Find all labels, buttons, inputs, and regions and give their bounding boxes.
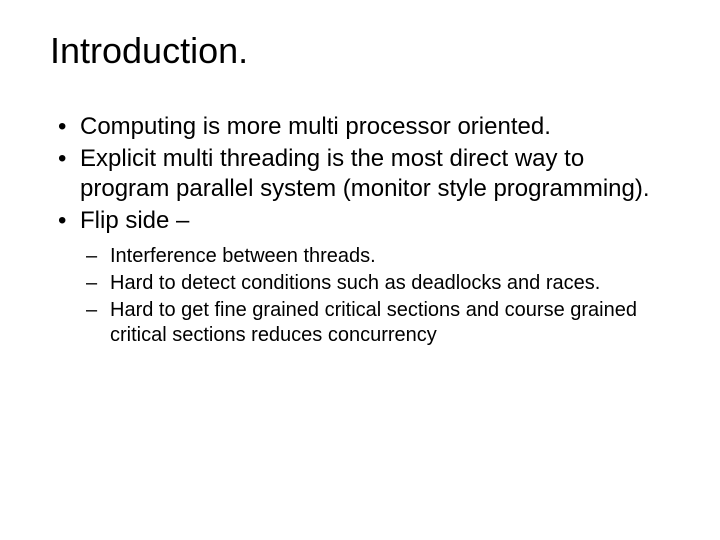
- bullet-text: Interference between threads.: [110, 245, 376, 267]
- sub-bullet-list: Interference between threads. Hard to de…: [80, 244, 670, 348]
- bullet-text: Hard to get fine grained critical sectio…: [110, 299, 637, 346]
- slide-title: Introduction.: [50, 30, 670, 72]
- bullet-text: Flip side –: [80, 207, 189, 234]
- list-item: Hard to get fine grained critical sectio…: [80, 298, 670, 348]
- bullet-text: Hard to detect conditions such as deadlo…: [110, 272, 600, 294]
- list-item: Flip side – Interference between threads…: [50, 206, 670, 348]
- list-item: Computing is more multi processor orient…: [50, 112, 670, 142]
- bullet-text: Explicit multi threading is the most dir…: [80, 145, 650, 202]
- list-item: Interference between threads.: [80, 244, 670, 269]
- list-item: Hard to detect conditions such as deadlo…: [80, 271, 670, 296]
- bullet-text: Computing is more multi processor orient…: [80, 113, 551, 140]
- list-item: Explicit multi threading is the most dir…: [50, 144, 670, 204]
- slide: Introduction. Computing is more multi pr…: [0, 0, 720, 380]
- bullet-list: Computing is more multi processor orient…: [50, 112, 670, 348]
